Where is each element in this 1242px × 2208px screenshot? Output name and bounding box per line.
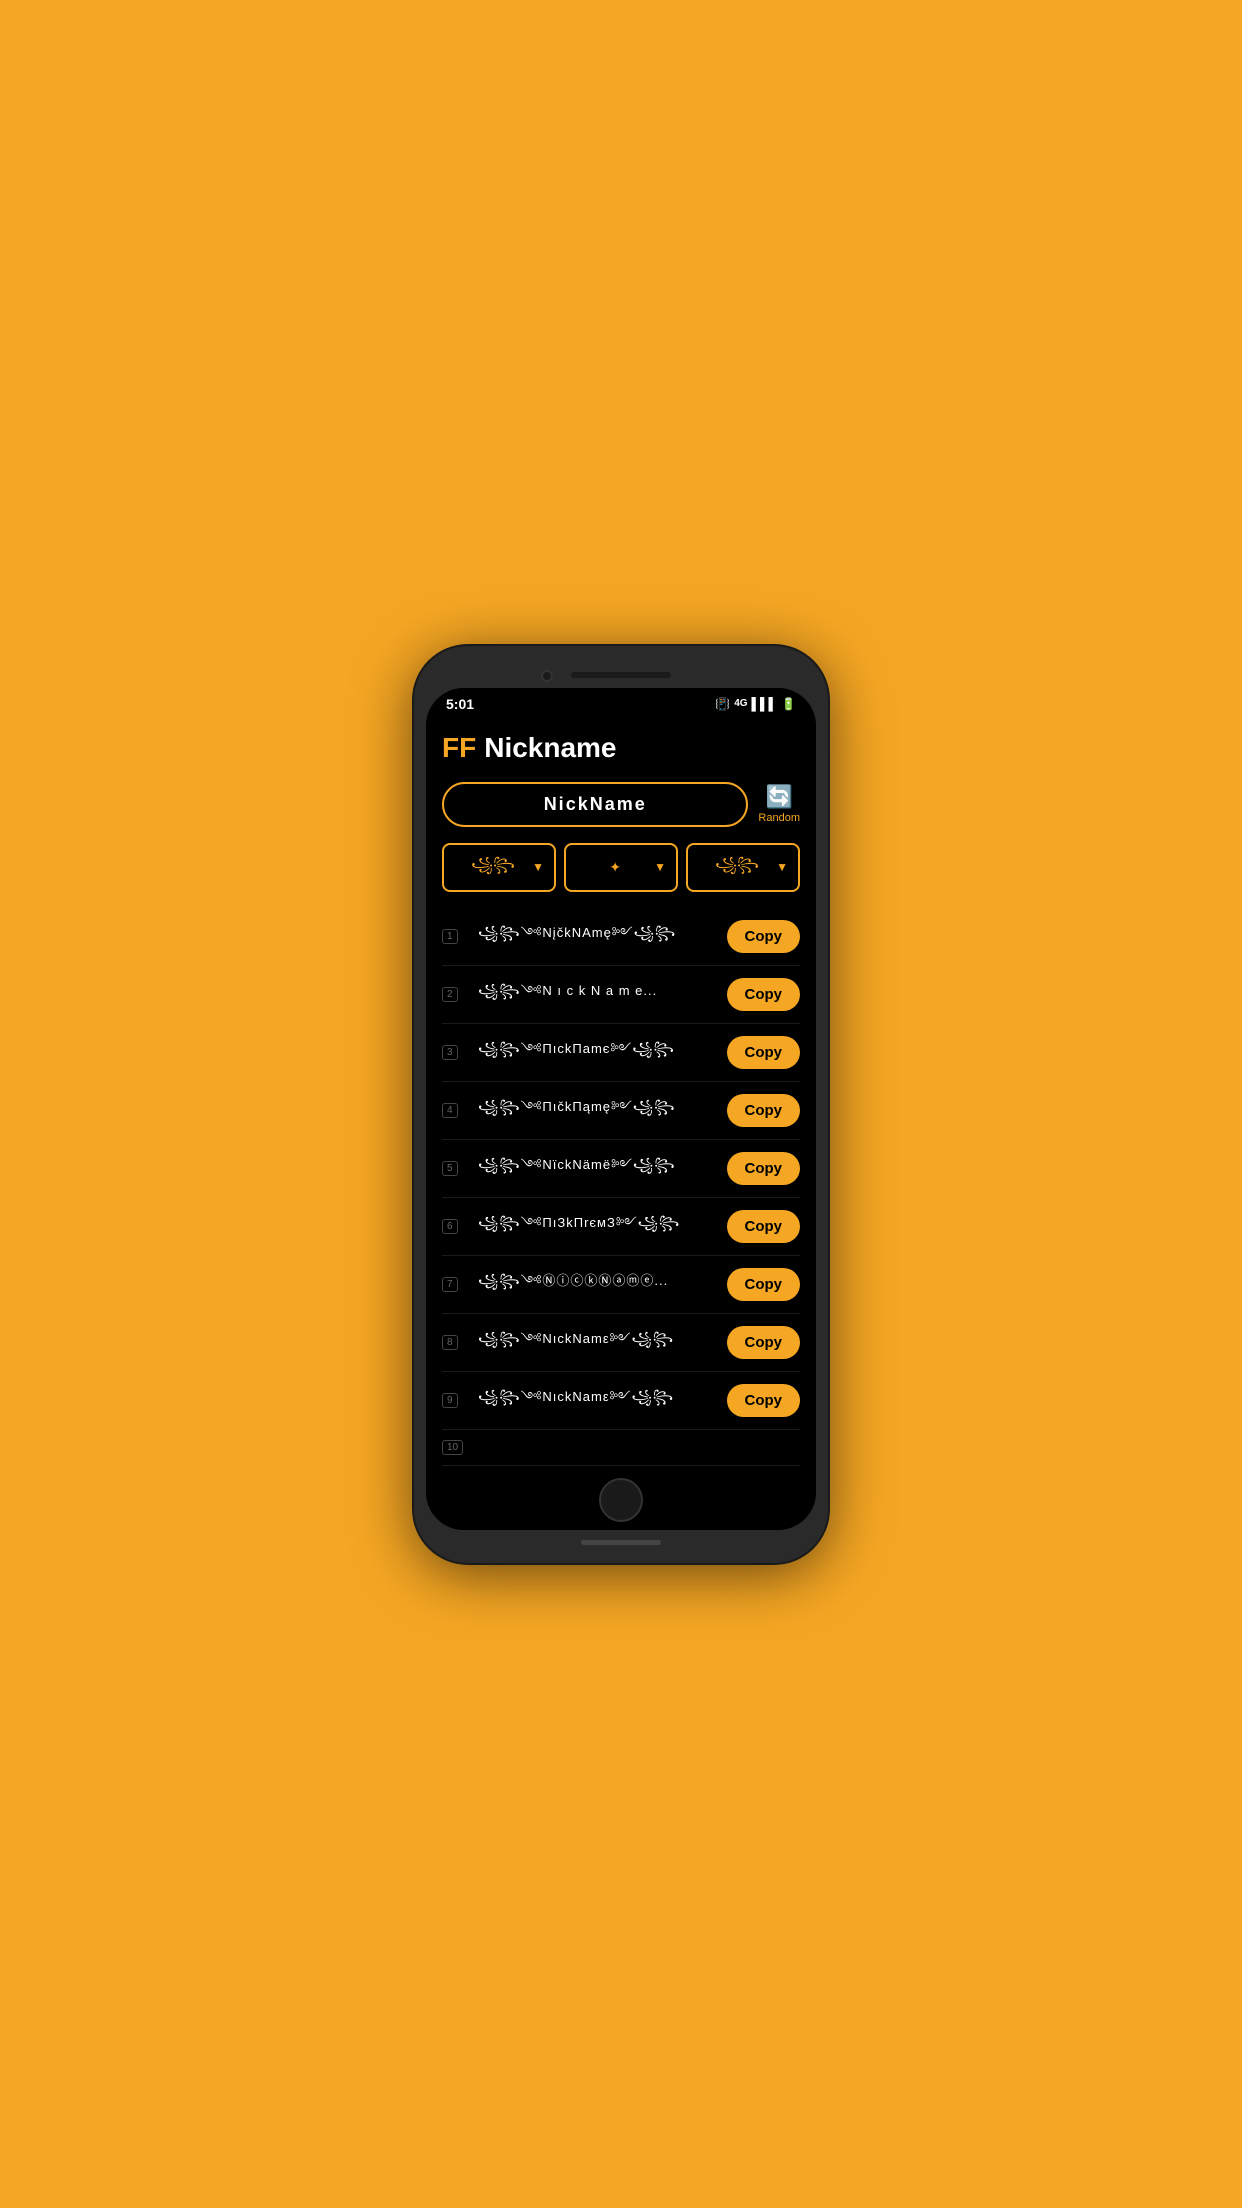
- filter-row: ꧁꧂ ▼ ✦ ▼ ꧁꧂ ▼: [442, 843, 800, 892]
- status-time: 5:01: [446, 696, 474, 712]
- signal-4g-icon: 4G: [734, 698, 747, 709]
- item-number-badge: 7: [442, 1277, 478, 1292]
- phone-home-bar: [426, 1466, 816, 1530]
- status-bar: 5:01 📳 4G ▌▌▌ 🔋: [426, 688, 816, 716]
- random-button[interactable]: 🔄 Random: [758, 784, 800, 824]
- copy-button[interactable]: Copy: [727, 1326, 801, 1359]
- vibrate-icon: 📳: [715, 697, 730, 711]
- copy-button[interactable]: Copy: [727, 920, 801, 953]
- filter-dropdown-3[interactable]: ꧁꧂ ▼: [686, 843, 800, 892]
- item-number-badge: 5: [442, 1161, 478, 1176]
- item-nickname-text: ꧁꧂༺ПıčkПąmę༻꧁꧂: [478, 1092, 727, 1129]
- copy-button[interactable]: Copy: [727, 1094, 801, 1127]
- item-nickname-text: ꧁꧂༺NıckNamε༻꧁꧂: [478, 1324, 727, 1361]
- list-item: 2꧁꧂༺N ı c k N a m e...Copy: [442, 966, 800, 1024]
- camera-dot: [541, 670, 553, 682]
- app-title: FF Nickname: [442, 732, 800, 764]
- nickname-list: 1꧁꧂༺NįčkNAmę༻꧁꧂Copy2꧁꧂༺N ı c k N a m e..…: [442, 908, 800, 1466]
- list-item: 7꧁꧂༺ⓃⓘⓒⓚⓃⓐⓜⓔ...Copy: [442, 1256, 800, 1314]
- speaker-bar: [571, 672, 671, 678]
- item-number-badge: 8: [442, 1335, 478, 1350]
- item-nickname-text: ꧁꧂༺NįčkNAmę༻꧁꧂: [478, 918, 727, 955]
- filter-dropdown-2[interactable]: ✦ ▼: [564, 843, 678, 892]
- random-label: Random: [758, 812, 800, 824]
- item-nickname-text: ꧁꧂༺NıckNamε༻꧁꧂: [478, 1382, 727, 1419]
- copy-button[interactable]: Copy: [727, 978, 801, 1011]
- app-content: FF Nickname 🔄 Random ꧁꧂ ▼ ✦ ▼: [426, 716, 816, 1466]
- item-nickname-text: ꧁꧂༺NïckNämë༻꧁꧂: [478, 1150, 727, 1187]
- copy-button[interactable]: Copy: [727, 1268, 801, 1301]
- item-number-badge: 6: [442, 1219, 478, 1234]
- nickname-input[interactable]: [442, 782, 748, 827]
- app-title-text: Nickname: [484, 732, 616, 764]
- item-number-badge: 1: [442, 929, 478, 944]
- filter-symbol-1: ꧁꧂: [454, 853, 532, 882]
- filter-arrow-1: ▼: [532, 860, 544, 874]
- phone-top-bar: [426, 664, 816, 678]
- phone-screen: 5:01 📳 4G ▌▌▌ 🔋 FF Nickname 🔄 Random: [426, 688, 816, 1530]
- item-nickname-text: ꧁꧂༺ПıckПamє༻꧁꧂: [478, 1034, 727, 1071]
- battery-icon: 🔋: [781, 697, 796, 711]
- item-number-badge: 3: [442, 1045, 478, 1060]
- phone-frame: 5:01 📳 4G ▌▌▌ 🔋 FF Nickname 🔄 Random: [414, 646, 828, 1563]
- filter-dropdown-1[interactable]: ꧁꧂ ▼: [442, 843, 556, 892]
- list-item: 1꧁꧂༺NįčkNAmę༻꧁꧂Copy: [442, 908, 800, 966]
- list-item: 9꧁꧂༺NıckNamε༻꧁꧂Copy: [442, 1372, 800, 1430]
- filter-symbol-3: ꧁꧂: [698, 853, 776, 882]
- nickname-input-row: 🔄 Random: [442, 782, 800, 827]
- list-item: 3꧁꧂༺ПıckПamє༻꧁꧂Copy: [442, 1024, 800, 1082]
- item-number-badge: 2: [442, 987, 478, 1002]
- copy-button[interactable]: Copy: [727, 1036, 801, 1069]
- copy-button[interactable]: Copy: [727, 1210, 801, 1243]
- filter-arrow-2: ▼: [654, 860, 666, 874]
- list-item: 5꧁꧂༺NïckNämë༻꧁꧂Copy: [442, 1140, 800, 1198]
- item-nickname-text: ꧁꧂༺ПıЗkПrємЗ༻꧁꧂: [478, 1208, 727, 1245]
- item-number-badge: 9: [442, 1393, 478, 1408]
- copy-button[interactable]: Copy: [727, 1152, 801, 1185]
- filter-arrow-3: ▼: [776, 860, 788, 874]
- item-nickname-text: ꧁꧂༺N ı c k N a m e...: [478, 976, 727, 1013]
- list-item: 8꧁꧂༺NıckNamε༻꧁꧂Copy: [442, 1314, 800, 1372]
- signal-bars-icon: ▌▌▌: [752, 697, 778, 711]
- ff-label: FF: [442, 732, 476, 764]
- item-number-badge: 10: [442, 1440, 478, 1455]
- filter-symbol-2: ✦: [576, 859, 654, 876]
- item-number-badge: 4: [442, 1103, 478, 1118]
- list-item: 4꧁꧂༺ПıčkПąmę༻꧁꧂Copy: [442, 1082, 800, 1140]
- random-icon: 🔄: [766, 784, 793, 810]
- list-item: 6꧁꧂༺ПıЗkПrємЗ༻꧁꧂Copy: [442, 1198, 800, 1256]
- home-button[interactable]: [599, 1478, 643, 1522]
- list-item: 10: [442, 1430, 800, 1466]
- phone-bottom-bar: [581, 1540, 661, 1545]
- status-icons: 📳 4G ▌▌▌ 🔋: [715, 697, 796, 711]
- item-nickname-text: ꧁꧂༺ⓃⓘⓒⓚⓃⓐⓜⓔ...: [478, 1266, 727, 1303]
- copy-button[interactable]: Copy: [727, 1384, 801, 1417]
